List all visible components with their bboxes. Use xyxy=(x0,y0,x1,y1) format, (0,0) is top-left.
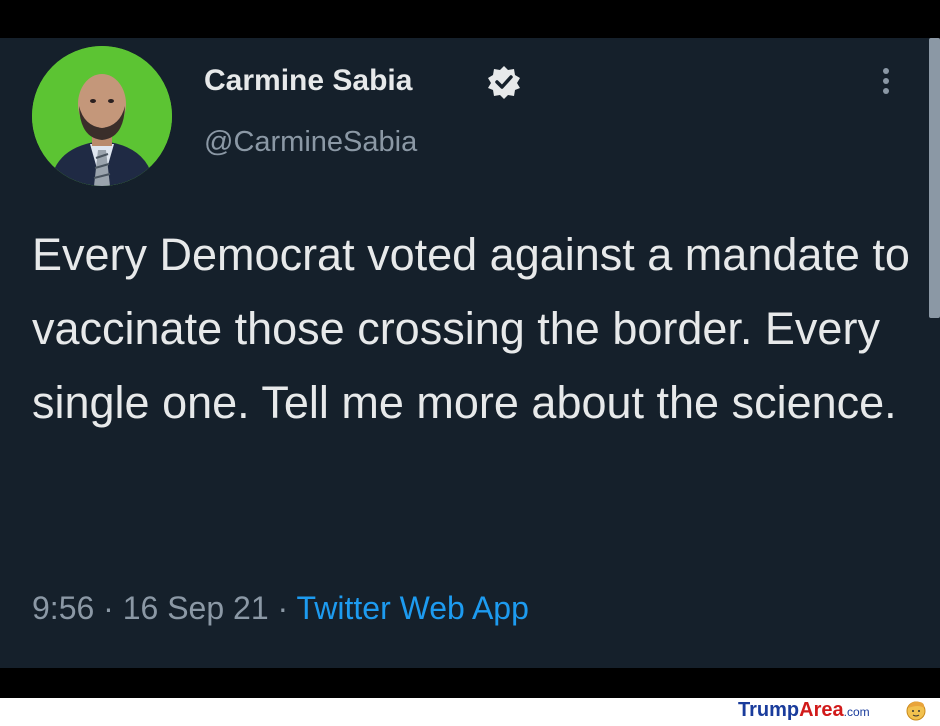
trump-face-icon xyxy=(905,699,927,721)
meta-separator: · xyxy=(277,590,289,626)
tweet-meta: 9:56 · 16 Sep 21 · Twitter Web App xyxy=(32,590,529,627)
tweet-date[interactable]: 16 Sep 21 xyxy=(123,590,269,626)
avatar[interactable] xyxy=(32,46,172,186)
tweet-source-link[interactable]: Twitter Web App xyxy=(296,590,528,626)
tweet-text: Every Democrat voted against a mandate t… xyxy=(32,229,910,428)
author-handle[interactable]: @CarmineSabia xyxy=(204,126,417,159)
watermark-brand-suffix: .com xyxy=(843,705,870,719)
tweet-time[interactable]: 9:56 xyxy=(32,590,94,626)
watermark-brand-first: Trump xyxy=(738,699,800,721)
site-watermark: TrumpArea.com xyxy=(738,698,870,723)
verified-badge-icon xyxy=(486,64,522,100)
author-name[interactable]: Carmine Sabia xyxy=(204,64,412,98)
watermark-brand-second: Area xyxy=(799,699,844,721)
scrollbar[interactable] xyxy=(929,38,940,318)
more-vertical-icon[interactable] xyxy=(878,68,894,102)
top-black-bar xyxy=(0,0,940,38)
bottom-black-bar xyxy=(0,668,940,698)
meta-separator: · xyxy=(103,590,114,626)
